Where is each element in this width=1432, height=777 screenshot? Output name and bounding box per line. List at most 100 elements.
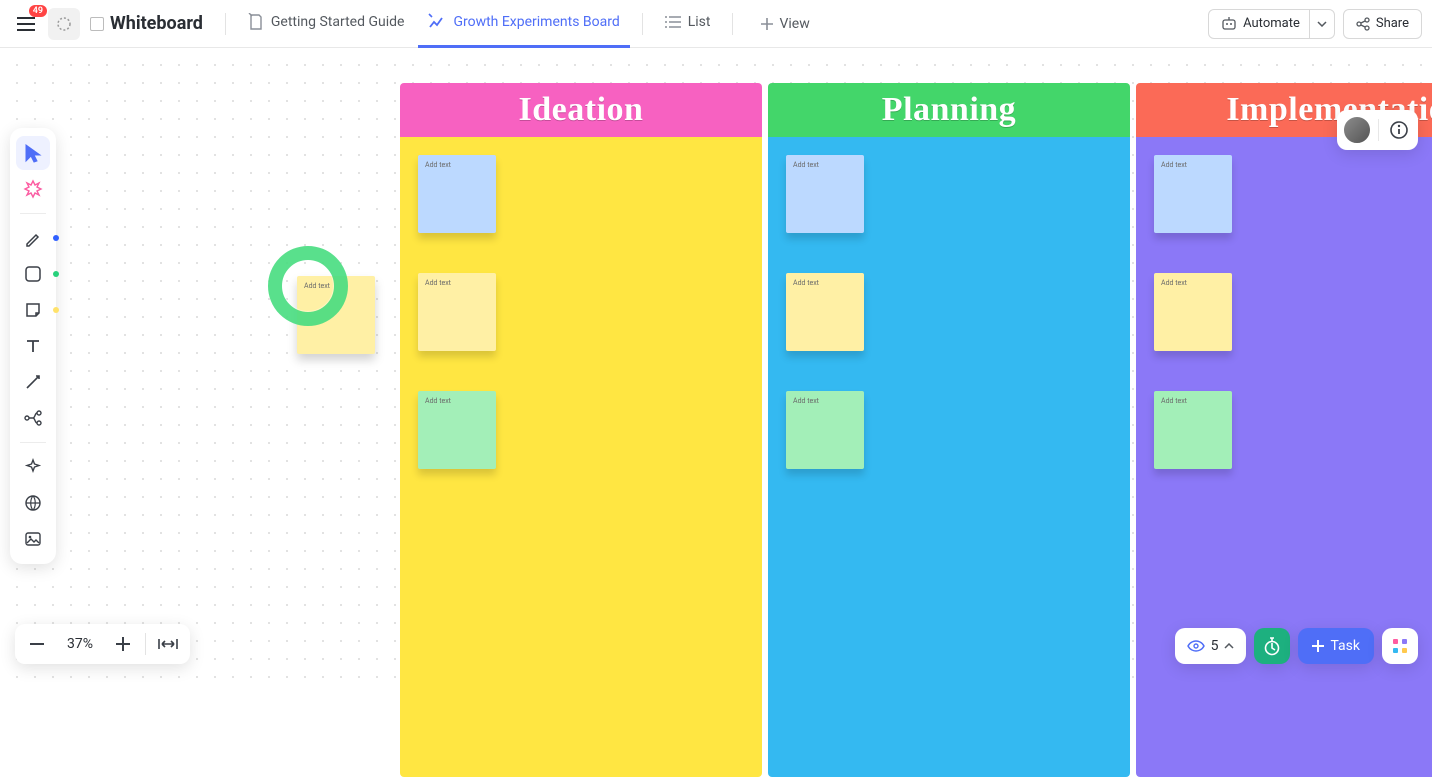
sticky-note[interactable]: Add text [418,391,496,469]
automate-button[interactable]: Automate [1208,9,1311,39]
zoom-value[interactable]: 37% [59,636,101,652]
document-title-chip[interactable]: Whiteboard [90,13,203,34]
column-ideation[interactable]: Ideation Add text Add text Add text [400,83,762,777]
separator [145,633,146,655]
tool-shape[interactable] [16,257,50,291]
share-button[interactable]: Share [1343,9,1422,39]
sticky-note[interactable]: Add text [418,273,496,351]
sticky-note[interactable]: Add text [1154,391,1232,469]
eye-icon [1187,640,1205,652]
column-body[interactable]: Add text Add text Add text [1136,137,1432,777]
timer-button[interactable] [1254,628,1290,664]
sticky-color-dot [53,307,59,313]
tab-list[interactable]: List [655,0,721,48]
toolbar-separator [20,213,46,214]
column-implementation[interactable]: Implementation Add text Add text Add tex… [1136,83,1432,777]
zoom-out-button[interactable] [23,630,51,658]
tab-growth-board[interactable]: Growth Experiments Board [418,0,629,48]
sparkle-icon [24,458,42,476]
add-view-button[interactable]: View [751,9,819,39]
tool-mindmap[interactable] [16,401,50,435]
menu-button-wrap: 49 [10,8,42,40]
plus-icon [116,637,130,651]
apps-grid-icon [1392,638,1408,654]
tool-sparkle[interactable] [16,450,50,484]
stopwatch-icon [1263,636,1281,656]
separator [642,13,643,35]
whiteboard-canvas[interactable]: Ideation Add text Add text Add text Plan… [0,48,1432,678]
shape-icon [24,265,42,283]
list-icon [665,15,681,29]
tab-label: Getting Started Guide [271,14,405,30]
tab-getting-started[interactable]: Getting Started Guide [238,0,415,48]
automate-caret-button[interactable] [1309,9,1335,39]
mindmap-icon [23,409,43,427]
tool-text[interactable] [16,329,50,363]
sticky-note-icon [24,301,42,319]
fit-width-button[interactable] [154,630,182,658]
tab-label: Growth Experiments Board [453,14,619,30]
floating-sticky-note[interactable]: Add text [297,276,375,354]
chevron-up-icon [1224,643,1234,649]
cursor-icon [24,143,42,163]
sticky-note[interactable]: Add text [786,273,864,351]
top-right-controls: Automate Share [1208,9,1422,39]
create-task-button[interactable]: Task [1298,628,1374,664]
pen-color-dot [53,235,59,241]
shape-color-dot [53,271,59,277]
task-label: Task [1330,638,1360,654]
sticky-note[interactable]: Add text [786,155,864,233]
app-launcher-button[interactable] [48,8,80,40]
share-label: Share [1376,16,1409,31]
tool-ai[interactable] [16,172,50,206]
tool-pen[interactable] [16,221,50,255]
tool-sticky-note[interactable] [16,293,50,327]
zoom-in-button[interactable] [109,630,137,658]
pin-doc-icon [248,13,264,31]
tool-web[interactable] [16,486,50,520]
globe-icon [24,494,42,512]
ai-icon [23,179,43,199]
automate-group: Automate [1208,9,1335,39]
notification-badge: 49 [29,5,47,18]
top-bar: 49 Whiteboard Getting Started Guide Grow… [0,0,1432,48]
sticky-note[interactable]: Add text [1154,155,1232,233]
toolbar-separator [20,442,46,443]
info-button[interactable] [1385,116,1413,144]
automate-label: Automate [1243,16,1300,31]
separator [225,13,226,35]
minus-icon [30,643,44,645]
pen-icon [24,229,42,247]
presence-panel [1337,110,1418,150]
left-toolbar [10,128,56,564]
user-avatar[interactable] [1342,115,1372,145]
column-body[interactable]: Add text Add text Add text [768,137,1130,777]
chevron-down-icon [1317,21,1327,27]
tool-connector[interactable] [16,365,50,399]
tool-select[interactable] [16,136,50,170]
column-header: Ideation [400,83,762,137]
menu-icon [17,17,35,31]
separator [1378,119,1379,141]
viewer-count: 5 [1211,638,1219,654]
bottom-right-controls: 5 Task [1175,628,1418,664]
view-label: View [779,16,809,32]
fit-width-icon [158,637,178,651]
plus-icon [1312,640,1324,652]
zoom-controls: 37% [15,624,190,664]
info-icon [1389,120,1409,140]
sticky-note[interactable]: Add text [786,391,864,469]
plus-icon [761,18,773,30]
column-body[interactable]: Add text Add text Add text [400,137,762,777]
pin-board-icon [428,13,446,31]
viewers-button[interactable]: 5 [1175,628,1247,664]
sticky-note[interactable]: Add text [1154,273,1232,351]
tab-label: List [688,14,711,30]
connector-icon [24,373,42,391]
sticky-note[interactable]: Add text [418,155,496,233]
column-planning[interactable]: Planning Add text Add text Add text [768,83,1130,777]
tool-image[interactable] [16,522,50,556]
text-icon [24,337,42,355]
separator [732,13,733,35]
apps-grid-button[interactable] [1382,628,1418,664]
